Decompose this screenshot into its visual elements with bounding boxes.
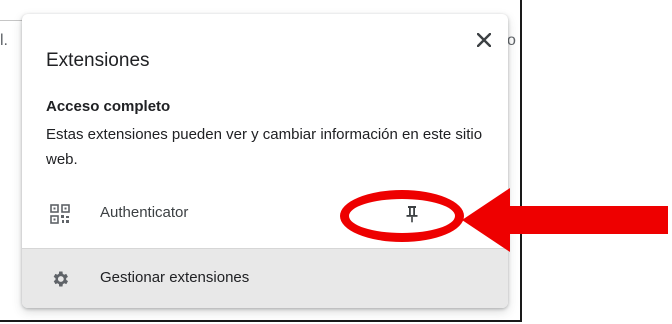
extension-name: Authenticator bbox=[100, 204, 189, 221]
manage-extensions-label: Gestionar extensiones bbox=[100, 269, 250, 286]
section-heading: Acceso completo bbox=[46, 98, 171, 115]
pin-extension-button[interactable] bbox=[400, 202, 424, 226]
gear-icon bbox=[53, 271, 68, 287]
background-text-fragment-right: o bbox=[507, 32, 516, 49]
manage-extensions-button[interactable]: Gestionar extensiones bbox=[22, 248, 508, 308]
close-icon bbox=[477, 33, 491, 47]
popup-title: Extensiones bbox=[46, 50, 150, 71]
extensions-popup: Extensiones Acceso completo Estas extens… bbox=[22, 14, 508, 308]
section-description: Estas extensiones pueden ver y cambiar i… bbox=[46, 126, 483, 168]
extension-row-authenticator[interactable]: Authenticator bbox=[22, 194, 508, 234]
qr-code-icon bbox=[50, 204, 70, 224]
pin-icon bbox=[406, 206, 418, 223]
background-text-fragment-left: l. bbox=[0, 32, 8, 49]
toolbar-divider bbox=[0, 20, 24, 21]
annotation-arrow bbox=[462, 188, 668, 252]
close-button[interactable] bbox=[472, 28, 496, 52]
